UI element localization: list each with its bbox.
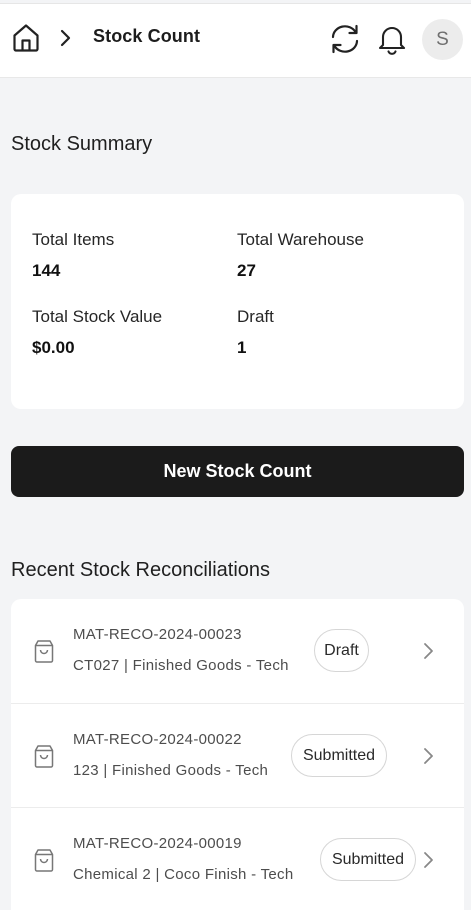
home-icon[interactable] <box>11 21 41 55</box>
shopping-bag-icon <box>34 640 54 663</box>
stat-value: 144 <box>32 261 61 280</box>
stat-total-items: Total Items 144 <box>32 230 114 281</box>
reconciliation-description: Chemical 2 | Coco Finish - Tech <box>73 866 294 883</box>
reconciliation-id: MAT-RECO-2024-00022 <box>73 731 242 748</box>
reconciliation-id: MAT-RECO-2024-00023 <box>73 626 242 643</box>
page-title: Stock Count <box>93 26 201 46</box>
list-item[interactable]: MAT-RECO-2024-00019 Chemical 2 | Coco Fi… <box>11 807 464 910</box>
stat-value: 27 <box>237 261 256 280</box>
stat-label: Total Warehouse <box>237 230 364 249</box>
shopping-bag-icon <box>34 849 54 872</box>
stat-total-warehouse: Total Warehouse 27 <box>237 230 364 281</box>
reconciliation-description: 123 | Finished Goods - Tech <box>73 762 269 779</box>
recent-reconciliations-list: MAT-RECO-2024-00023 CT027 | Finished Goo… <box>11 599 464 910</box>
section-title-recent-reconciliations: Recent Stock Reconciliations <box>11 559 271 581</box>
avatar[interactable]: S <box>422 19 463 60</box>
stat-value: 1 <box>237 338 247 357</box>
refresh-icon[interactable] <box>327 21 363 57</box>
stat-label: Total Stock Value <box>32 307 163 326</box>
list-item[interactable]: MAT-RECO-2024-00023 CT027 | Finished Goo… <box>11 599 464 703</box>
reconciliation-id: MAT-RECO-2024-00019 <box>73 835 242 852</box>
chevron-right-icon <box>424 643 433 659</box>
top-bar: Stock Count S <box>0 3 471 78</box>
status-badge: Draft <box>314 629 369 672</box>
chevron-right-icon <box>59 27 75 49</box>
stat-draft: Draft 1 <box>237 307 274 358</box>
stat-label: Draft <box>237 307 274 326</box>
status-badge: Submitted <box>320 838 416 881</box>
section-title-stock-summary: Stock Summary <box>11 133 153 155</box>
bell-icon[interactable] <box>376 21 408 57</box>
stat-label: Total Items <box>32 230 115 249</box>
chevron-right-icon <box>424 748 433 764</box>
status-badge: Submitted <box>291 734 387 777</box>
list-item[interactable]: MAT-RECO-2024-00022 123 | Finished Goods… <box>11 703 464 807</box>
stock-summary-card: Total Items 144 Total Warehouse 27 Total… <box>11 194 464 409</box>
shopping-bag-icon <box>34 745 54 768</box>
reconciliation-description: CT027 | Finished Goods - Tech <box>73 657 289 674</box>
stat-value: $0.00 <box>32 338 75 357</box>
chevron-right-icon <box>424 852 433 868</box>
new-stock-count-button[interactable]: New Stock Count <box>11 446 464 497</box>
stat-total-stock-value: Total Stock Value $0.00 <box>32 307 162 358</box>
